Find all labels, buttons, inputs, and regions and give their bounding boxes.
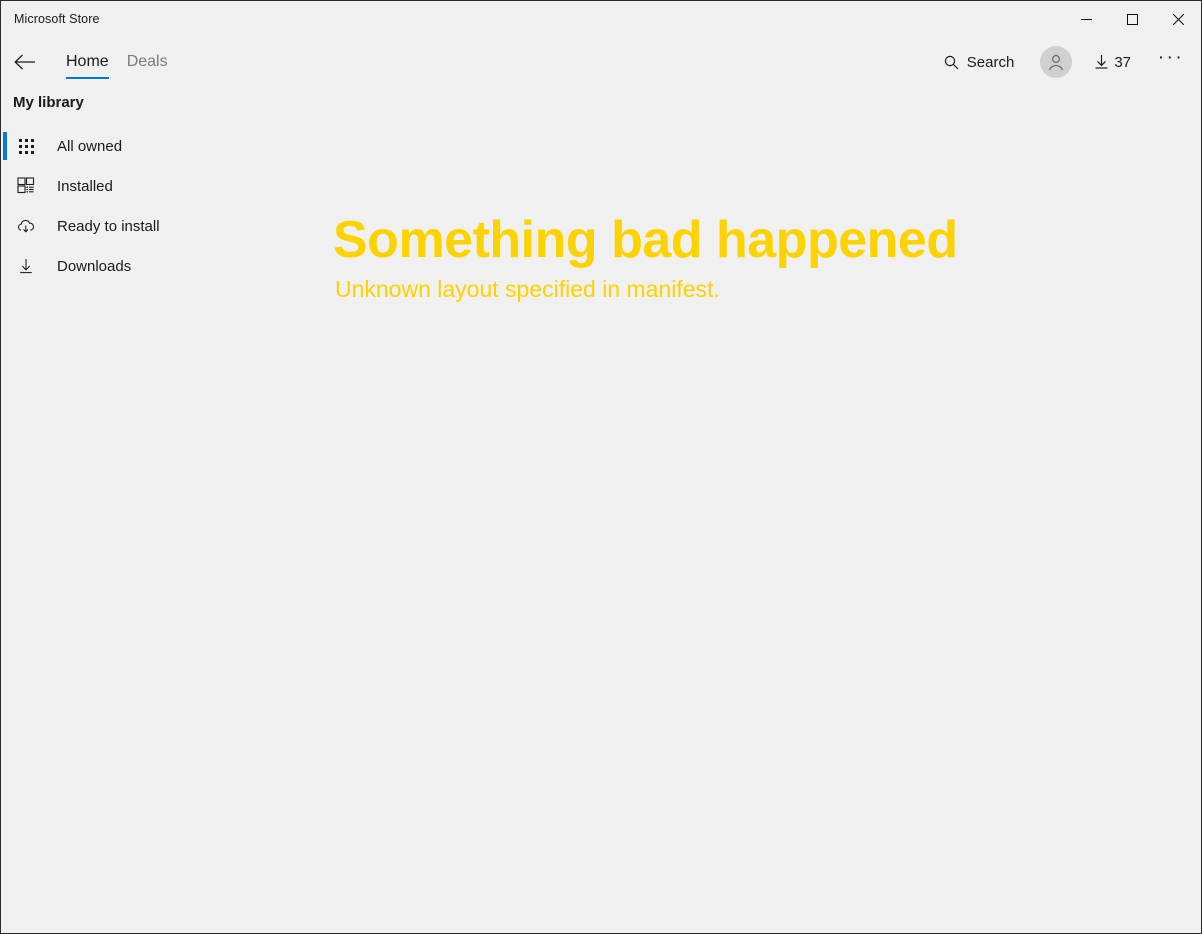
maximize-button[interactable] [1109, 1, 1155, 37]
sidebar-item-installed-label: Installed [57, 177, 113, 195]
sidebar: My library All owned Installed Ready to … [1, 87, 321, 933]
minimize-button[interactable] [1063, 1, 1109, 37]
tab-home-label: Home [66, 53, 109, 70]
more-icon: ··· [1157, 47, 1185, 68]
close-icon [1172, 13, 1184, 25]
error-detail: Unknown layout specified in manifest. [335, 275, 720, 302]
arrow-left-icon [14, 54, 35, 70]
search-icon [944, 55, 959, 69]
content-area: All types Sort by most recent [321, 87, 1201, 933]
close-button[interactable] [1155, 1, 1201, 37]
grid-dots-icon [13, 138, 39, 154]
download-icon [13, 257, 39, 275]
title-bar: Microsoft Store [1, 1, 1201, 37]
search-button[interactable]: Search [934, 46, 1025, 79]
sidebar-item-all-owned-label: All owned [57, 137, 123, 155]
maximize-icon [1126, 13, 1138, 25]
error-title: Something bad happened [333, 211, 958, 269]
body-area: My library All owned Installed Ready to … [1, 87, 1201, 933]
sidebar-title: My library [13, 94, 84, 111]
sidebar-item-installed[interactable]: Installed [1, 166, 321, 206]
nav-tabs: Home Deals [57, 37, 177, 87]
nav-actions: Search 37 ··· [934, 37, 1193, 87]
downloads-count: 37 [1114, 53, 1131, 71]
avatar[interactable] [1040, 46, 1073, 78]
microsoft-store-window: Microsoft Store Home Deals Search 37 ···… [0, 0, 1202, 934]
person-icon [1049, 55, 1064, 71]
installed-grid-icon [13, 177, 39, 195]
downloads-button[interactable]: 37 [1086, 46, 1139, 79]
tab-deals[interactable]: Deals [118, 37, 177, 87]
error-message-block: Something bad happened Unknown layout sp… [333, 213, 958, 302]
tab-deals-label: Deals [126, 53, 168, 70]
back-button[interactable] [3, 42, 47, 82]
navigation-bar: Home Deals Search 37 ··· [1, 37, 1201, 87]
window-title: Microsoft Store [14, 11, 100, 26]
sidebar-item-all-owned[interactable]: All owned [1, 126, 321, 166]
sidebar-item-ready-to-install[interactable]: Ready to install [1, 206, 321, 246]
tab-home[interactable]: Home [57, 37, 118, 87]
sidebar-item-downloads[interactable]: Downloads [1, 246, 321, 286]
cloud-download-icon [13, 217, 39, 235]
download-icon [1095, 55, 1108, 69]
window-controls [1063, 1, 1201, 37]
search-label: Search [966, 53, 1015, 71]
selection-indicator [3, 132, 7, 160]
more-options-button[interactable]: ··· [1149, 44, 1193, 80]
sidebar-item-ready-to-install-label: Ready to install [57, 217, 160, 235]
sidebar-item-downloads-label: Downloads [57, 257, 132, 275]
minimize-icon [1080, 18, 1092, 20]
